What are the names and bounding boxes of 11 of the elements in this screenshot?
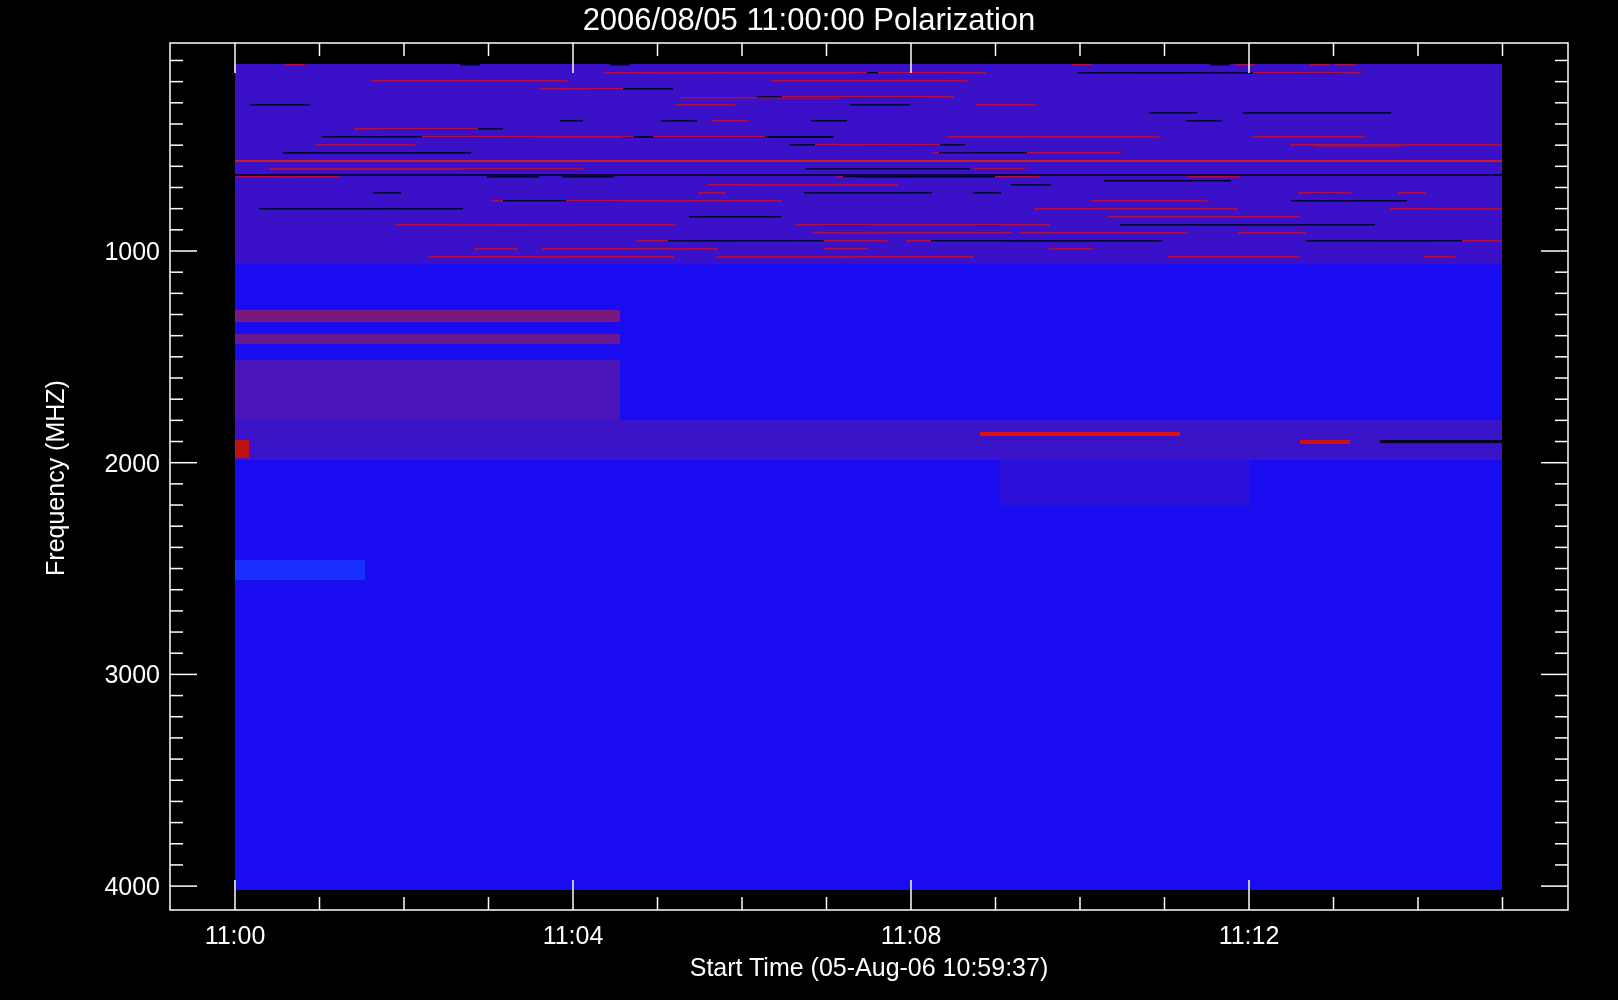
tick-label: 11:00 [204,921,266,949]
tick-label: 11:04 [542,921,604,949]
tick-label: 1000 [104,237,160,265]
tick-label: 2000 [104,448,160,477]
chart-title: 2006/08/05 11:00:00 Polarization [582,2,1036,37]
tick-label: 3000 [104,660,160,689]
axis-title: Frequency (MHZ) [41,380,69,576]
tick-label: 11:08 [880,921,942,949]
tick-label: 4000 [104,872,160,901]
axis-title: Start Time (05-Aug-06 10:59:37) [689,953,1049,981]
tick-label: 11:12 [1218,921,1280,949]
